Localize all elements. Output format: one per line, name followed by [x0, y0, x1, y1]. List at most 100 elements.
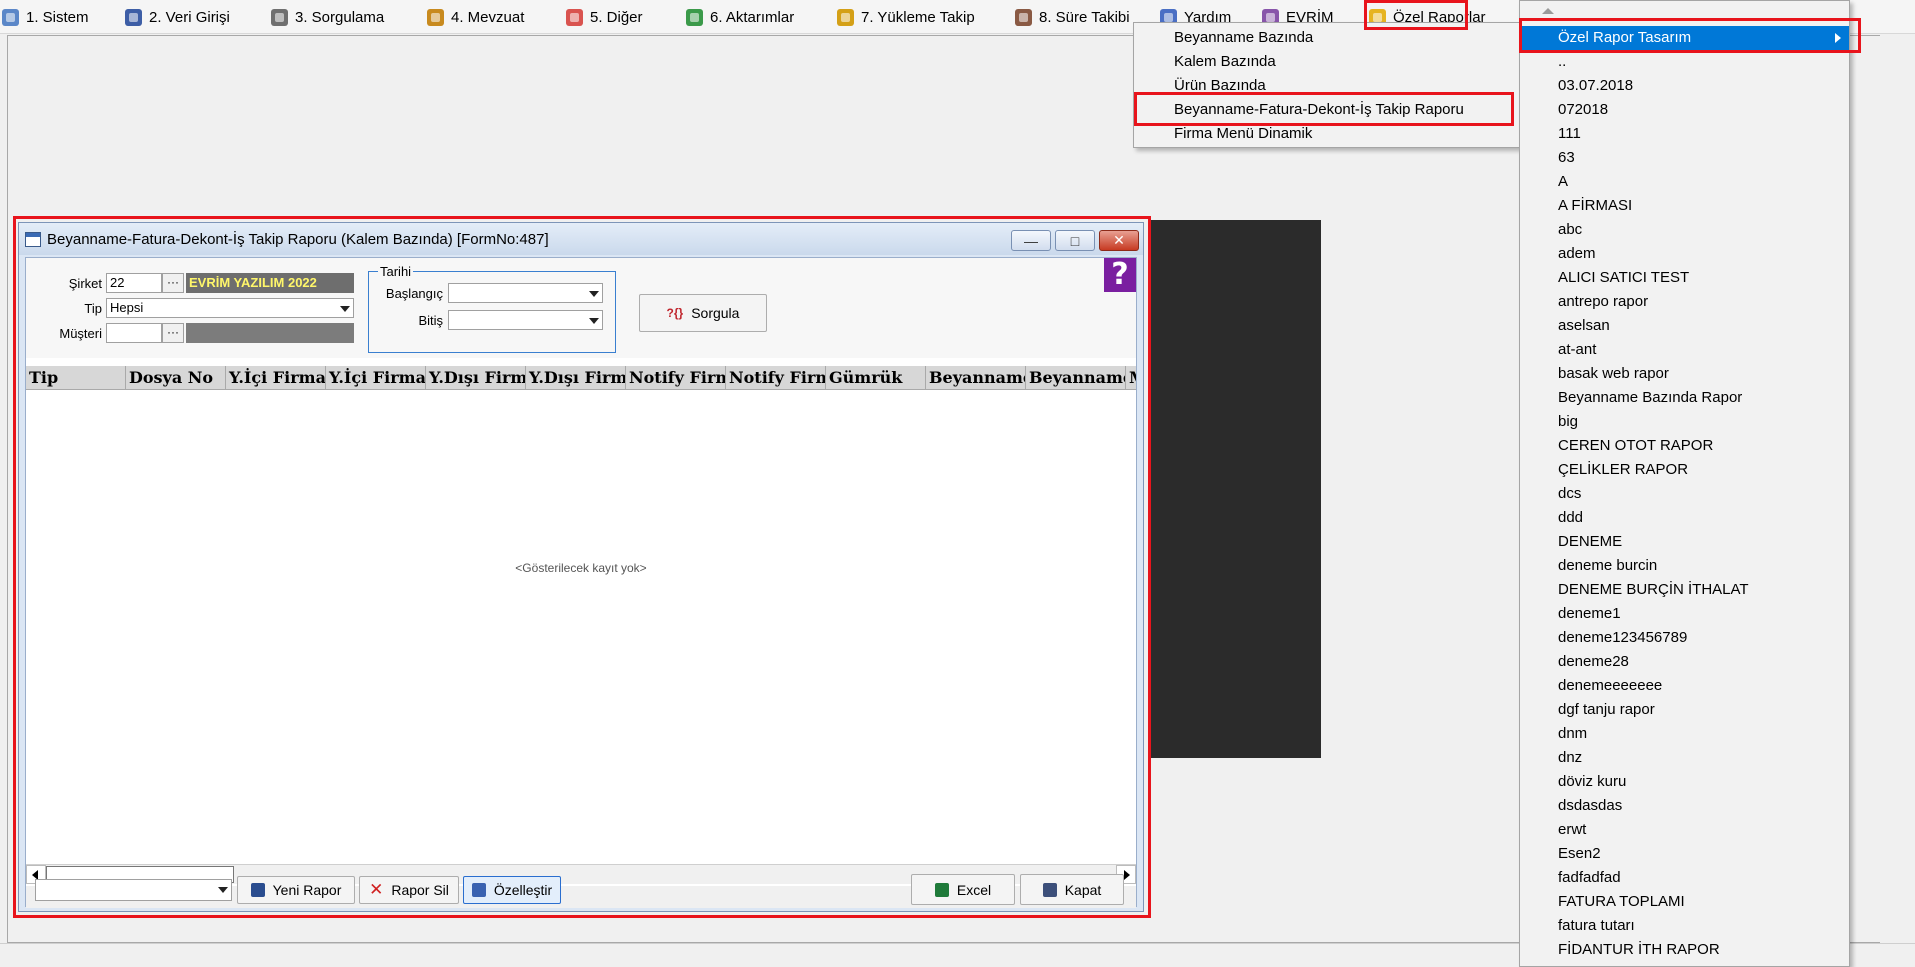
list-item[interactable]: DENEME: [1520, 530, 1849, 554]
list-item[interactable]: abc: [1520, 218, 1849, 242]
grid-column-header[interactable]: Y.İçi Firma Adı: [326, 366, 426, 390]
list-item[interactable]: ..: [1520, 50, 1849, 74]
grid-column-header[interactable]: Beyanname: [926, 366, 1026, 390]
form-body: Şirket 22 ··· EVRİM YAZILIM 2022 Tip Hep…: [25, 257, 1137, 908]
list-item[interactable]: döviz kuru: [1520, 770, 1849, 794]
list-item[interactable]: dsdasdas: [1520, 794, 1849, 818]
yeni-rapor-button[interactable]: Yeni Rapor: [237, 876, 355, 904]
minimize-button[interactable]: —: [1011, 230, 1051, 251]
scroll-up-icon[interactable]: [1542, 8, 1554, 14]
grid-column-header[interactable]: Y.İçi Firma: [226, 366, 326, 390]
menu-item-beyanname-bazinda[interactable]: Beyanname Bazında: [1134, 26, 1519, 50]
grid-column-header[interactable]: Y.Dışı Firma: [426, 366, 526, 390]
list-item[interactable]: A FİRMASI: [1520, 194, 1849, 218]
menu-sure-takibi[interactable]: 8. Süre Takibi: [1015, 0, 1130, 34]
list-item[interactable]: FİDANTUR İTH RAPOR: [1520, 938, 1849, 962]
list-item[interactable]: dnz: [1520, 746, 1849, 770]
menu-item-firma-menu-dinamik[interactable]: Firma Menü Dinamik: [1134, 122, 1519, 146]
list-item[interactable]: deneme123456789: [1520, 626, 1849, 650]
list-item[interactable]: ddd: [1520, 506, 1849, 530]
list-item[interactable]: at-ant: [1520, 338, 1849, 362]
list-item[interactable]: dgf tanju rapor: [1520, 698, 1849, 722]
grid-column-header[interactable]: Gümrük: [826, 366, 926, 390]
list-item[interactable]: deneme28: [1520, 650, 1849, 674]
menu-aktarimlar[interactable]: 6. Aktarımlar: [686, 0, 794, 34]
grid-column-header[interactable]: Tip: [26, 366, 126, 390]
menu-item-urun-bazinda[interactable]: Ürün Bazında: [1134, 74, 1519, 98]
list-item[interactable]: deneme1: [1520, 602, 1849, 626]
empty-grid-message: <Gösterilecek kayıt yok>: [515, 561, 647, 575]
rapor-sil-button[interactable]: ✕ Rapor Sil: [359, 876, 459, 904]
kapat-button[interactable]: Kapat: [1020, 874, 1124, 905]
grid-column-header[interactable]: Dosya No: [126, 366, 226, 390]
grid-column-header[interactable]: Notify Firma: [626, 366, 726, 390]
list-item[interactable]: antrepo rapor: [1520, 290, 1849, 314]
sirket-input[interactable]: 22: [106, 273, 162, 293]
list-item[interactable]: erwt: [1520, 818, 1849, 842]
grid-column-header[interactable]: Beyanname: [1026, 366, 1126, 390]
menu-yukleme-takip[interactable]: 7. Yükleme Takip: [837, 0, 975, 34]
grid-column-header[interactable]: Y.Dışı Firma: [526, 366, 626, 390]
list-item[interactable]: big: [1520, 410, 1849, 434]
report-select[interactable]: [35, 879, 232, 901]
grid-column-header[interactable]: Notify Firma: [726, 366, 826, 390]
list-item[interactable]: fadfadfad: [1520, 866, 1849, 890]
chevron-down-icon: [218, 887, 228, 893]
submenu-item-ozel-rapor-tasarim[interactable]: Özel Rapor Tasarım: [1520, 26, 1849, 50]
list-item[interactable]: ALICI SATICI TEST: [1520, 266, 1849, 290]
list-item[interactable]: FATURA TOPLAMI: [1520, 890, 1849, 914]
menu-sistem[interactable]: 1. Sistem: [2, 0, 89, 34]
menu-item-is-takip-raporu[interactable]: Beyanname-Fatura-Dekont-İş Takip Raporu: [1134, 98, 1519, 122]
window-titlebar[interactable]: Beyanname-Fatura-Dekont-İş Takip Raporu …: [19, 223, 1143, 255]
list-item[interactable]: 111: [1520, 122, 1849, 146]
menu-diger[interactable]: 5. Diğer: [566, 0, 643, 34]
shapes-icon: [566, 8, 583, 26]
menu-mevzuat[interactable]: 4. Mevzuat: [427, 0, 524, 34]
baslangic-label: Başlangıç: [385, 286, 443, 301]
chevron-down-icon: [589, 291, 599, 297]
musteri-label: Müşteri: [59, 326, 102, 341]
list-item[interactable]: dcs: [1520, 482, 1849, 506]
maximize-button[interactable]: □: [1055, 230, 1095, 251]
bitis-date-picker[interactable]: [448, 310, 603, 330]
books-icon: [427, 8, 444, 26]
list-item[interactable]: deneme burcin: [1520, 554, 1849, 578]
list-item[interactable]: 63: [1520, 146, 1849, 170]
list-item[interactable]: CEREN OTOT RAPOR: [1520, 434, 1849, 458]
list-item[interactable]: Esen2: [1520, 842, 1849, 866]
tip-select[interactable]: Hepsi: [106, 298, 354, 318]
list-item[interactable]: 072018: [1520, 98, 1849, 122]
close-button[interactable]: ✕: [1099, 230, 1139, 251]
list-item[interactable]: dnm: [1520, 722, 1849, 746]
list-item[interactable]: fatura tutarı: [1520, 914, 1849, 938]
save-icon: [250, 883, 265, 897]
list-item[interactable]: adem: [1520, 242, 1849, 266]
musteri-lookup-button[interactable]: ···: [162, 323, 184, 343]
menu-sorgulama[interactable]: 3. Sorgulama: [271, 0, 384, 34]
window-title: Beyanname-Fatura-Dekont-İş Takip Raporu …: [47, 230, 549, 248]
grid-column-header[interactable]: M: [1126, 366, 1136, 390]
sirket-lookup-button[interactable]: ···: [162, 273, 184, 293]
exit-door-icon: [1042, 882, 1057, 897]
data-entry-icon: [125, 8, 142, 26]
list-item[interactable]: aselsan: [1520, 314, 1849, 338]
grid-body[interactable]: <Gösterilecek kayıt yok>: [26, 390, 1136, 906]
list-item[interactable]: Beyanname Bazında Rapor: [1520, 386, 1849, 410]
list-item[interactable]: 03.07.2018: [1520, 74, 1849, 98]
list-item[interactable]: denemeeeeeee: [1520, 674, 1849, 698]
musteri-input[interactable]: [106, 323, 162, 343]
transfer-icon: [686, 8, 703, 26]
ozellestir-button[interactable]: Özelleştir: [463, 876, 561, 904]
list-item[interactable]: basak web rapor: [1520, 362, 1849, 386]
menu-veri-girisi[interactable]: 2. Veri Girişi: [125, 0, 230, 34]
list-item[interactable]: A: [1520, 170, 1849, 194]
help-icon[interactable]: ?: [1104, 258, 1136, 292]
baslangic-date-picker[interactable]: [448, 283, 603, 303]
customer-name-display: [186, 323, 354, 343]
chevron-down-icon: [589, 318, 599, 324]
list-item[interactable]: DENEME BURÇİN İTHALAT: [1520, 578, 1849, 602]
menu-item-kalem-bazinda[interactable]: Kalem Bazında: [1134, 50, 1519, 74]
sorgula-button[interactable]: ?{} Sorgula: [639, 294, 767, 332]
excel-button[interactable]: Excel: [911, 874, 1015, 905]
list-item[interactable]: ÇELİKLER RAPOR: [1520, 458, 1849, 482]
